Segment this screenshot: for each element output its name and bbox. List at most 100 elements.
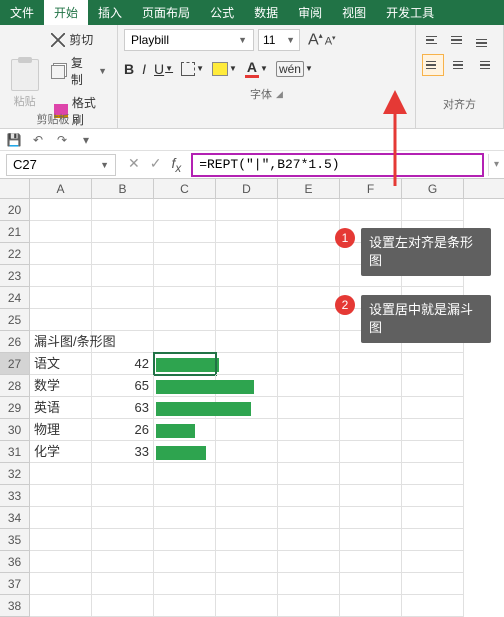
cell[interactable] bbox=[402, 529, 464, 551]
cell[interactable] bbox=[154, 551, 216, 573]
row-header[interactable]: 28 bbox=[0, 375, 30, 397]
align-top-button[interactable] bbox=[422, 29, 444, 51]
cell[interactable] bbox=[402, 419, 464, 441]
cell[interactable] bbox=[92, 331, 154, 353]
cell[interactable] bbox=[402, 463, 464, 485]
cell[interactable] bbox=[92, 551, 154, 573]
col-header[interactable]: B bbox=[92, 179, 154, 198]
cell[interactable]: 63 bbox=[92, 397, 154, 419]
cell[interactable] bbox=[216, 573, 278, 595]
tab-data[interactable]: 数据 bbox=[244, 0, 288, 25]
cell[interactable] bbox=[154, 595, 216, 617]
col-header[interactable]: F bbox=[340, 179, 402, 198]
col-header[interactable]: D bbox=[216, 179, 278, 198]
cell[interactable] bbox=[278, 573, 340, 595]
cell[interactable] bbox=[154, 265, 216, 287]
tab-file[interactable]: 文件 bbox=[0, 0, 44, 25]
cell[interactable] bbox=[216, 221, 278, 243]
row-header[interactable]: 25 bbox=[0, 309, 30, 331]
row-header[interactable]: 35 bbox=[0, 529, 30, 551]
cell[interactable] bbox=[92, 221, 154, 243]
cell[interactable] bbox=[278, 353, 340, 375]
cell[interactable] bbox=[154, 507, 216, 529]
paste-button[interactable]: 粘贴 bbox=[6, 29, 43, 109]
cell[interactable] bbox=[154, 419, 216, 441]
cell[interactable] bbox=[340, 397, 402, 419]
cell[interactable] bbox=[402, 485, 464, 507]
row-header[interactable]: 29 bbox=[0, 397, 30, 419]
cell[interactable] bbox=[402, 397, 464, 419]
font-launcher[interactable]: ◢ bbox=[276, 89, 283, 100]
cell[interactable] bbox=[340, 485, 402, 507]
formula-input[interactable] bbox=[193, 155, 482, 174]
cell[interactable] bbox=[340, 529, 402, 551]
formula-cancel-button[interactable]: ✕ bbox=[128, 155, 140, 175]
cell[interactable]: 26 bbox=[92, 419, 154, 441]
cell[interactable] bbox=[216, 463, 278, 485]
cell[interactable] bbox=[30, 221, 92, 243]
cell[interactable] bbox=[154, 375, 216, 397]
cell[interactable]: 数学 bbox=[30, 375, 92, 397]
row-header[interactable]: 27 bbox=[0, 353, 30, 375]
cell[interactable] bbox=[92, 309, 154, 331]
cell[interactable] bbox=[92, 243, 154, 265]
tab-review[interactable]: 审阅 bbox=[288, 0, 332, 25]
cell[interactable] bbox=[278, 375, 340, 397]
cell[interactable] bbox=[216, 529, 278, 551]
cell[interactable] bbox=[278, 265, 340, 287]
cell[interactable] bbox=[278, 595, 340, 617]
font-color-button[interactable]: A▼ bbox=[245, 59, 268, 78]
cell[interactable] bbox=[30, 529, 92, 551]
cell[interactable] bbox=[340, 199, 402, 221]
insert-function-button[interactable]: fx bbox=[171, 155, 181, 175]
cell[interactable]: 语文 bbox=[30, 353, 92, 375]
cell[interactable]: 漏斗图/条形图 bbox=[30, 331, 92, 353]
cell[interactable]: 英语 bbox=[30, 397, 92, 419]
cell[interactable] bbox=[92, 595, 154, 617]
cell[interactable] bbox=[154, 485, 216, 507]
cell[interactable] bbox=[216, 397, 278, 419]
cell[interactable] bbox=[30, 309, 92, 331]
cell[interactable] bbox=[154, 243, 216, 265]
row-header[interactable]: 22 bbox=[0, 243, 30, 265]
cell[interactable] bbox=[340, 507, 402, 529]
cell[interactable] bbox=[92, 265, 154, 287]
row-header[interactable]: 36 bbox=[0, 551, 30, 573]
cell[interactable] bbox=[278, 507, 340, 529]
col-header[interactable]: E bbox=[278, 179, 340, 198]
cell[interactable] bbox=[340, 595, 402, 617]
clipboard-launcher[interactable]: ◢ bbox=[74, 114, 81, 125]
cell[interactable]: 物理 bbox=[30, 419, 92, 441]
cell[interactable] bbox=[278, 441, 340, 463]
cell[interactable]: 42 bbox=[92, 353, 154, 375]
cell[interactable] bbox=[402, 199, 464, 221]
cell[interactable] bbox=[278, 529, 340, 551]
cell[interactable] bbox=[216, 595, 278, 617]
align-left-button[interactable] bbox=[422, 54, 444, 76]
border-button[interactable]: ▼ bbox=[181, 62, 204, 76]
tab-home[interactable]: 开始 bbox=[44, 0, 88, 25]
cell[interactable] bbox=[340, 353, 402, 375]
cell[interactable] bbox=[154, 309, 216, 331]
cell[interactable] bbox=[402, 375, 464, 397]
align-middle-button[interactable] bbox=[447, 29, 469, 51]
cell[interactable] bbox=[278, 331, 340, 353]
name-box[interactable]: C27▼ bbox=[6, 154, 116, 176]
cell[interactable] bbox=[278, 287, 340, 309]
cell[interactable] bbox=[278, 551, 340, 573]
copy-button[interactable]: 复制▼ bbox=[47, 52, 111, 90]
qat-undo-button[interactable]: ↶ bbox=[30, 132, 46, 148]
align-bottom-button[interactable] bbox=[472, 29, 494, 51]
cell[interactable] bbox=[30, 551, 92, 573]
row-header[interactable]: 37 bbox=[0, 573, 30, 595]
cell[interactable] bbox=[278, 243, 340, 265]
cell[interactable] bbox=[30, 243, 92, 265]
cell[interactable] bbox=[216, 309, 278, 331]
cell[interactable] bbox=[278, 309, 340, 331]
row-header[interactable]: 23 bbox=[0, 265, 30, 287]
select-all-corner[interactable] bbox=[0, 179, 30, 198]
italic-button[interactable]: I bbox=[142, 61, 146, 77]
cell[interactable] bbox=[216, 485, 278, 507]
row-header[interactable]: 30 bbox=[0, 419, 30, 441]
cell[interactable] bbox=[340, 419, 402, 441]
